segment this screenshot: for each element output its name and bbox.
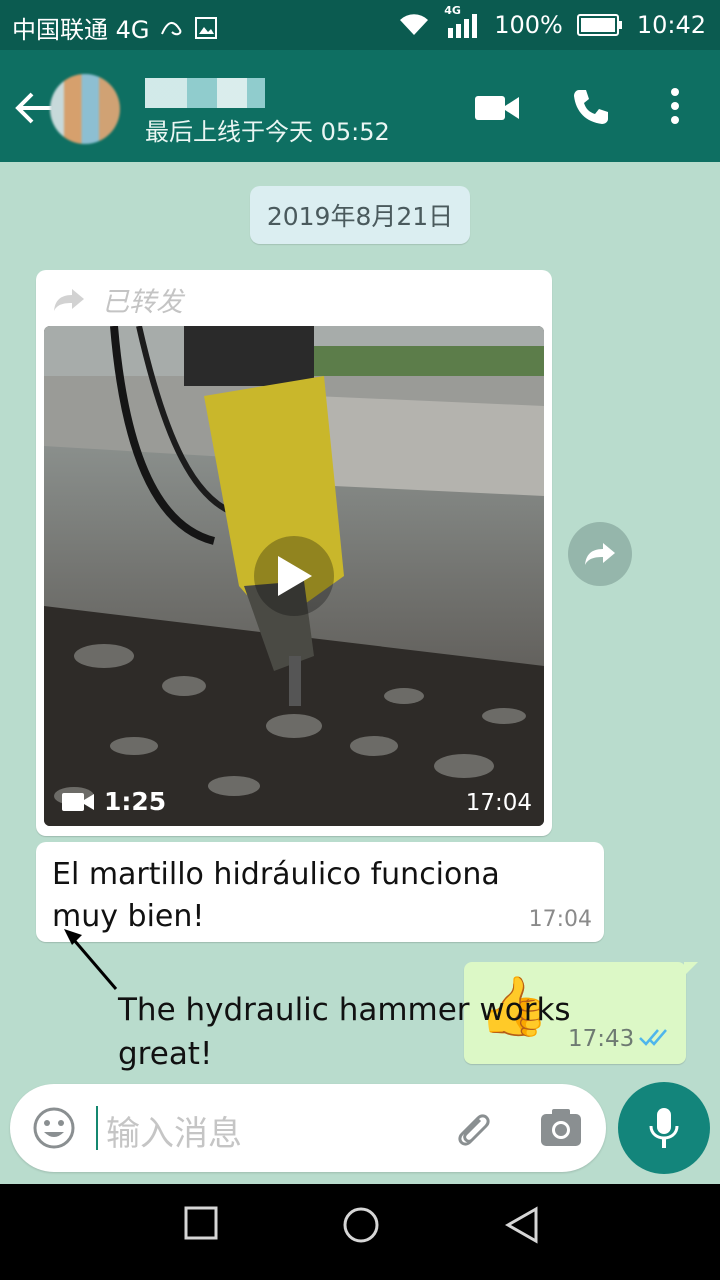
microphone-icon: [649, 1108, 679, 1148]
chat-header: 最后上线于今天 05:52: [0, 50, 720, 162]
read-receipt-icon: [639, 1029, 667, 1046]
contact-avatar[interactable]: [50, 74, 120, 144]
video-thumbnail[interactable]: 1:25 17:04: [44, 326, 544, 826]
wifi-icon: [400, 14, 429, 36]
emoji-icon[interactable]: [32, 1106, 76, 1150]
back-arrow-icon[interactable]: [14, 90, 54, 126]
play-button[interactable]: [254, 536, 334, 616]
carrier-label: 中国联通 4G: [12, 16, 150, 44]
attachment-icon[interactable]: [450, 1106, 494, 1150]
message-composer[interactable]: 输入消息: [10, 1084, 606, 1172]
forwarded-arrow-icon: [54, 288, 84, 311]
translation-annotation: The hydraulic hammer works great!: [118, 992, 571, 1072]
clock: 10:42: [636, 11, 706, 39]
home-button-icon[interactable]: [342, 1206, 380, 1244]
last-seen-status: 最后上线于今天 05:52: [145, 118, 390, 146]
battery-percent: 100%: [494, 11, 563, 39]
forward-message-button[interactable]: [568, 522, 632, 586]
date-divider: 2019年8月21日: [250, 186, 470, 244]
video-camera-icon: [62, 792, 94, 811]
system-navigation-bar: [0, 1184, 720, 1280]
forwarded-indicator: 已转发: [52, 280, 183, 319]
video-timestamp: 17:04: [465, 790, 532, 816]
message-input[interactable]: 输入消息: [106, 1106, 242, 1155]
recents-button-icon[interactable]: [184, 1206, 218, 1240]
video-call-icon[interactable]: [475, 94, 519, 122]
battery-icon: [576, 14, 622, 36]
annotation-arrow: [64, 929, 118, 990]
forward-arrow-icon: [585, 543, 615, 565]
video-message-bubble[interactable]: 已转发 1:25 17:04: [36, 270, 552, 836]
text-message-bubble[interactable]: El martillo hidráulico funciona muy bien…: [36, 842, 604, 942]
video-duration: 1:25: [62, 787, 166, 816]
video-duration-text: 1:25: [104, 787, 167, 816]
message-timestamp: 17:04: [528, 907, 592, 932]
cell-signal-icon: 4G: [444, 4, 480, 40]
contact-name-redacted[interactable]: [145, 78, 265, 108]
phone-call-icon[interactable]: [572, 88, 610, 126]
play-icon: [278, 556, 312, 596]
back-button-icon[interactable]: [504, 1206, 540, 1244]
signal-loop-icon: [160, 21, 181, 35]
message-text: El martillo hidráulico funciona muy bien…: [52, 857, 500, 934]
camera-icon[interactable]: [540, 1108, 582, 1148]
status-bar: 中国联通 4G 4G 100% 10:42: [0, 0, 720, 50]
forwarded-label: 已转发: [102, 287, 183, 318]
image-notification-icon: [194, 16, 217, 39]
voice-message-button[interactable]: [618, 1082, 710, 1174]
more-options-icon[interactable]: [668, 88, 682, 124]
text-cursor: [96, 1106, 98, 1150]
